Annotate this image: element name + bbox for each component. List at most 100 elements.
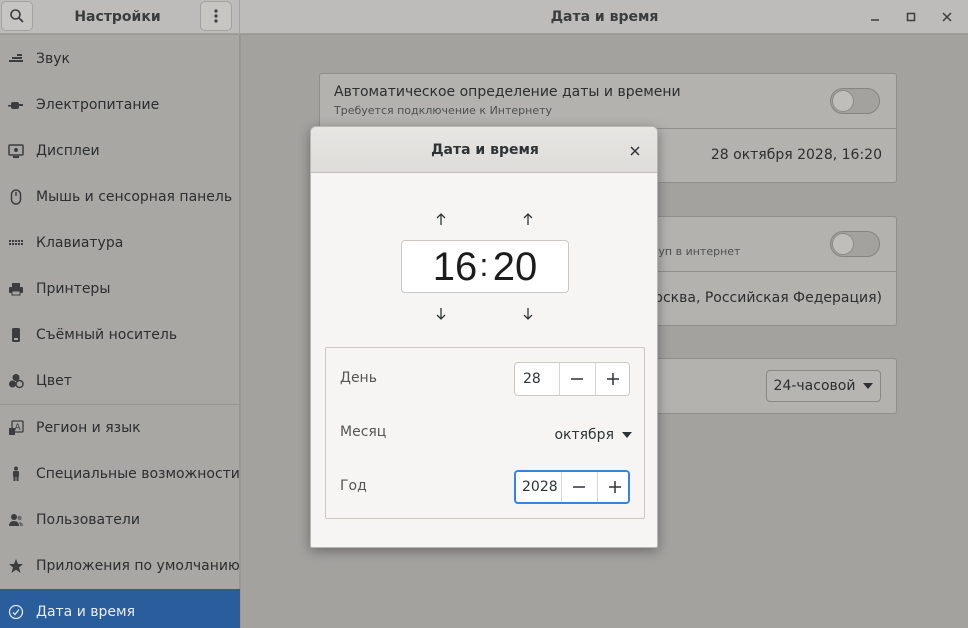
sidebar-item-removable-media[interactable]: Съёмный носитель bbox=[0, 312, 240, 358]
mouse-icon bbox=[8, 189, 24, 205]
switch-knob bbox=[832, 90, 854, 112]
sidebar-item-label: Дисплеи bbox=[36, 143, 100, 159]
day-increment-button[interactable] bbox=[595, 363, 629, 395]
timezone-value: Москва, Российская Федерация) bbox=[642, 290, 882, 306]
language-icon: A bbox=[8, 420, 24, 436]
sidebar-item-label: Регион и язык bbox=[36, 420, 141, 436]
sidebar-item-accessibility[interactable]: Специальные возможности bbox=[0, 451, 240, 497]
users-icon bbox=[8, 512, 24, 528]
month-value: октября bbox=[554, 427, 614, 443]
auto-datetime-subtitle: Требуется подключение к Интернету bbox=[334, 104, 553, 117]
sidebar-item-power[interactable]: Электропитание bbox=[0, 82, 240, 128]
sidebar-item-label: Пользователи bbox=[36, 512, 140, 528]
sidebar-item-date-time[interactable]: Дата и время bbox=[0, 589, 240, 628]
close-icon bbox=[942, 12, 952, 22]
plus-icon bbox=[607, 373, 619, 385]
sidebar-item-label: Звук bbox=[36, 51, 70, 67]
sidebar-item-printers[interactable]: Принтеры bbox=[0, 266, 240, 312]
settings-title: Настройки bbox=[74, 9, 161, 25]
sidebar-item-label: Приложения по умолчанию bbox=[36, 558, 240, 574]
dialog-close-button[interactable] bbox=[625, 141, 645, 161]
day-decrement-button[interactable] bbox=[559, 363, 594, 395]
arrow-up-icon bbox=[436, 213, 446, 225]
sidebar-header: Настройки bbox=[0, 0, 240, 34]
auto-timezone-switch[interactable] bbox=[830, 231, 880, 257]
sidebar-item-default-apps[interactable]: Приложения по умолчанию bbox=[0, 543, 240, 589]
color-icon bbox=[8, 373, 24, 389]
year-increment-button[interactable] bbox=[597, 472, 628, 502]
month-label: Месяц bbox=[340, 424, 387, 440]
sidebar-item-region-language[interactable]: A Регион и язык bbox=[0, 405, 240, 451]
year-spinbutton[interactable]: 2028 bbox=[514, 470, 630, 504]
hours-down-button[interactable] bbox=[429, 303, 453, 325]
sidebar-item-users[interactable]: Пользователи bbox=[0, 497, 240, 543]
speaker-icon bbox=[8, 51, 24, 67]
sidebar-item-mouse[interactable]: Мышь и сенсорная панель bbox=[0, 174, 240, 220]
usb-drive-icon bbox=[8, 327, 24, 343]
minutes-down-button[interactable] bbox=[516, 303, 540, 325]
clock-icon bbox=[8, 604, 24, 620]
sidebar: Звук Электропитание Дисплеи Мышь и сенсо… bbox=[0, 35, 240, 628]
current-datetime: 28 октября 2028, 16:20 bbox=[710, 147, 882, 163]
day-spinbutton[interactable]: 28 bbox=[514, 362, 630, 396]
search-icon bbox=[10, 9, 24, 23]
more-vertical-icon bbox=[214, 9, 218, 23]
year-value[interactable]: 2028 bbox=[522, 472, 558, 502]
minus-icon bbox=[573, 486, 585, 488]
year-label: Год bbox=[340, 478, 367, 494]
minutes-field[interactable]: 20 bbox=[488, 241, 542, 294]
search-button[interactable] bbox=[1, 1, 33, 31]
sidebar-item-label: Электропитание bbox=[36, 97, 160, 113]
sidebar-item-label: Клавиатура bbox=[36, 235, 124, 251]
arrow-down-icon bbox=[436, 308, 446, 320]
day-value[interactable]: 28 bbox=[523, 363, 541, 395]
time-format-dropdown[interactable]: 24-часовой bbox=[766, 370, 881, 402]
power-plug-icon bbox=[8, 97, 24, 113]
day-label: День bbox=[340, 370, 377, 386]
month-dropdown[interactable]: октября bbox=[552, 422, 632, 448]
window-close-button[interactable] bbox=[937, 7, 957, 27]
display-icon bbox=[8, 143, 24, 159]
hours-field[interactable]: 16 bbox=[430, 241, 480, 294]
chevron-down-icon bbox=[863, 383, 874, 389]
svg-text:A: A bbox=[15, 423, 22, 433]
sidebar-item-sound[interactable]: Звук bbox=[0, 36, 240, 82]
minus-icon bbox=[571, 378, 583, 380]
dialog-header: Дата и время bbox=[311, 127, 657, 173]
maximize-icon bbox=[906, 12, 916, 22]
maximize-button[interactable] bbox=[901, 7, 921, 27]
accessibility-icon bbox=[8, 466, 24, 482]
date-frame: День 28 Месяц октября Год 2028 bbox=[325, 347, 645, 519]
dialog-title: Дата и время bbox=[431, 142, 539, 158]
auto-datetime-row[interactable]: Автоматическое определение даты и времен… bbox=[320, 74, 896, 128]
header-bar: Настройки Дата и время bbox=[0, 0, 968, 34]
close-icon bbox=[630, 146, 640, 156]
time-format-value: 24-часовой bbox=[773, 378, 856, 394]
auto-datetime-switch[interactable] bbox=[830, 88, 880, 114]
sidebar-item-label: Специальные возможности bbox=[36, 466, 240, 482]
plus-icon bbox=[609, 481, 621, 493]
auto-timezone-subtitle: туп в интернет bbox=[652, 245, 741, 258]
main-menu-button[interactable] bbox=[200, 1, 232, 31]
sidebar-item-color[interactable]: Цвет bbox=[0, 358, 240, 404]
year-decrement-button[interactable] bbox=[561, 472, 596, 502]
hours-up-button[interactable] bbox=[429, 208, 453, 230]
sidebar-item-label: Дата и время bbox=[36, 604, 135, 620]
sidebar-item-label: Цвет bbox=[36, 373, 72, 389]
auto-datetime-title: Автоматическое определение даты и времен… bbox=[334, 84, 681, 100]
minimize-button[interactable] bbox=[865, 7, 885, 27]
keyboard-icon bbox=[8, 235, 24, 251]
sidebar-item-label: Мышь и сенсорная панель bbox=[36, 189, 233, 205]
sidebar-item-keyboard[interactable]: Клавиатура bbox=[0, 220, 240, 266]
sidebar-item-label: Принтеры bbox=[36, 281, 111, 297]
window-title: Дата и время bbox=[550, 9, 659, 25]
sidebar-item-label: Съёмный носитель bbox=[36, 327, 178, 343]
minutes-up-button[interactable] bbox=[516, 208, 540, 230]
minimize-icon bbox=[871, 19, 879, 21]
arrow-down-icon bbox=[523, 308, 533, 320]
printer-icon bbox=[8, 281, 24, 297]
arrow-up-icon bbox=[523, 213, 533, 225]
star-icon bbox=[8, 558, 24, 574]
sidebar-item-displays[interactable]: Дисплеи bbox=[0, 128, 240, 174]
time-display: 16 : 20 bbox=[401, 240, 569, 293]
